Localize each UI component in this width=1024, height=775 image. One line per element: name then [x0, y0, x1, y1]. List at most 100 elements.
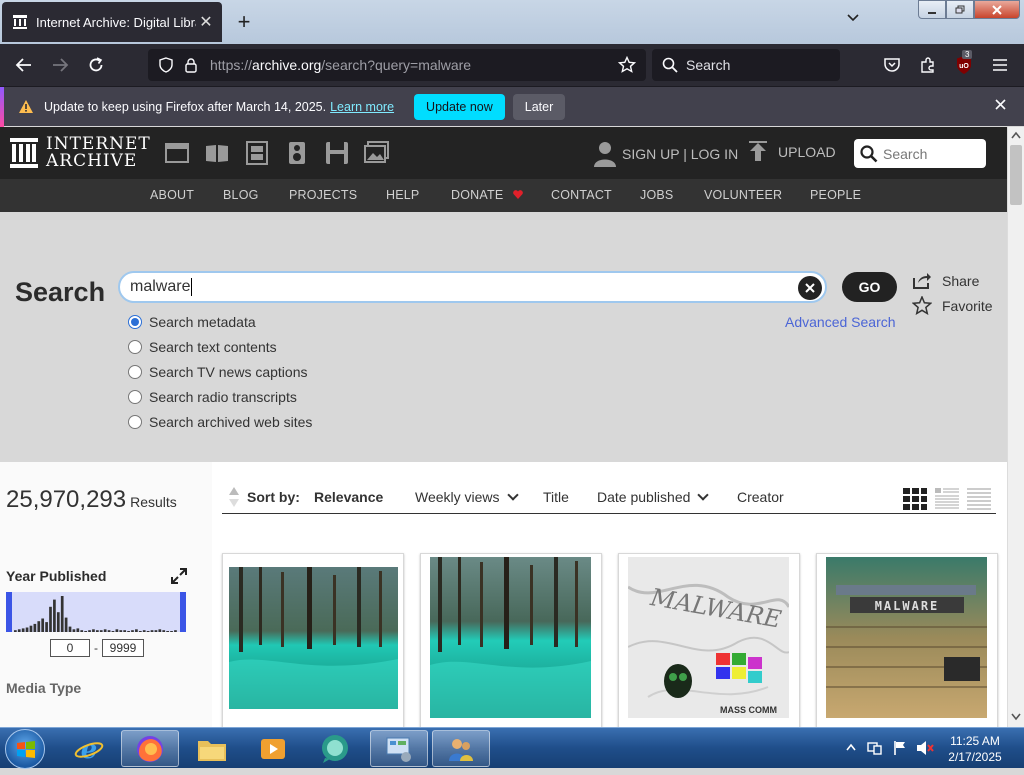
extensions-puzzle-icon[interactable] [916, 54, 940, 76]
radio-search-archived-web-sites[interactable]: Search archived web sites [128, 414, 312, 430]
histogram-right-handle[interactable] [180, 592, 186, 632]
taskbar-app-bubble[interactable] [306, 730, 364, 767]
result-thumbnail-forest[interactable] [229, 567, 398, 709]
forward-arrow-icon[interactable] [48, 54, 72, 76]
nav-volunteer[interactable]: VOLUNTEER [704, 188, 782, 202]
list-detail-view-icon[interactable] [934, 487, 960, 511]
shield-icon[interactable] [158, 56, 176, 74]
sort-creator[interactable]: Creator [737, 489, 784, 505]
result-thumbnail-malware-abstract[interactable]: MALWARE [826, 557, 987, 718]
taskbar-firefox[interactable] [121, 730, 179, 767]
sort-relevance[interactable]: Relevance [314, 489, 383, 505]
histogram-bar [166, 631, 169, 632]
radio-unselected[interactable] [128, 340, 142, 354]
go-button[interactable]: GO [842, 272, 897, 302]
list-compact-view-icon[interactable] [966, 487, 992, 511]
result-card[interactable]: MALWARE [816, 553, 998, 727]
sort-title[interactable]: Title [543, 489, 569, 505]
radio-search-text-contents[interactable]: Search text contents [128, 339, 277, 355]
software-floppy-icon[interactable] [324, 140, 350, 166]
nav-donate[interactable]: DONATE [451, 188, 523, 202]
nav-help[interactable]: HELP [386, 188, 419, 202]
sign-up-log-in-link[interactable]: SIGN UP | LOG IN [594, 141, 738, 167]
show-hidden-icons-arrow-icon[interactable] [846, 743, 856, 751]
address-bar[interactable]: https://archive.org/search?query=malware [148, 49, 646, 81]
volume-muted-icon[interactable] [916, 740, 934, 756]
radio-unselected[interactable] [128, 390, 142, 404]
year-to-input[interactable]: 9999 [102, 639, 144, 657]
nav-projects[interactable]: PROJECTS [289, 188, 357, 202]
back-arrow-icon[interactable] [12, 54, 36, 76]
pocket-icon[interactable] [880, 54, 904, 76]
radio-search-radio-transcripts[interactable]: Search radio transcripts [128, 389, 297, 405]
year-from-input[interactable]: 0 [50, 639, 90, 657]
ublock-origin-icon[interactable]: uO 3 [952, 50, 976, 76]
year-histogram[interactable] [6, 592, 186, 632]
scrollbar-thumb[interactable] [1010, 145, 1022, 205]
nav-people[interactable]: PEOPLE [810, 188, 861, 202]
radio-search-tv-captions[interactable]: Search TV news captions [128, 364, 308, 380]
result-card[interactable]: MALWARE MASS COMM [618, 553, 800, 727]
sort-direction-icon[interactable] [228, 486, 240, 508]
audio-speaker-icon[interactable] [284, 140, 310, 166]
web-icon[interactable] [164, 140, 190, 166]
browser-search-bar[interactable]: Search [652, 49, 840, 81]
page-scrollbar[interactable] [1007, 127, 1024, 727]
learn-more-link[interactable]: Learn more [330, 100, 394, 114]
texts-book-icon[interactable] [204, 140, 230, 166]
result-thumbnail-forest[interactable] [430, 557, 591, 718]
action-center-flag-icon[interactable] [892, 740, 908, 756]
devices-icon[interactable] [867, 740, 883, 756]
restore-window-button[interactable] [946, 0, 974, 19]
system-clock[interactable]: 11:25 AM 2/17/2025 [940, 733, 1010, 765]
share-link[interactable]: Share [912, 272, 979, 290]
tab-internet-archive[interactable]: Internet Archive: Digital Library ✕ [2, 2, 222, 42]
video-film-icon[interactable] [244, 140, 270, 166]
taskbar-users[interactable] [432, 730, 490, 767]
clear-search-button[interactable] [798, 276, 822, 300]
search-query-text: malware [130, 278, 191, 295]
ia-header-search-input[interactable]: Search [854, 139, 986, 168]
taskbar-file-explorer[interactable] [183, 730, 241, 767]
scroll-up-arrow-icon[interactable] [1011, 131, 1021, 139]
nav-contact[interactable]: CONTACT [551, 188, 612, 202]
hamburger-menu-icon[interactable] [988, 54, 1012, 76]
images-icon[interactable] [364, 140, 390, 166]
expand-icon[interactable] [171, 568, 187, 584]
result-card[interactable] [222, 553, 404, 727]
reload-icon[interactable] [84, 54, 108, 76]
taskbar-media-player[interactable] [244, 730, 302, 767]
sort-date-published[interactable]: Date published [597, 488, 710, 505]
radio-unselected[interactable] [128, 365, 142, 379]
update-now-button[interactable]: Update now [414, 93, 505, 120]
nav-about[interactable]: ABOUT [150, 188, 194, 202]
minimize-window-button[interactable] [918, 0, 946, 19]
sort-weekly-views[interactable]: Weekly views [415, 488, 519, 505]
advanced-search-link[interactable]: Advanced Search [785, 314, 896, 330]
start-button[interactable] [5, 729, 45, 769]
lock-icon[interactable] [184, 56, 200, 74]
nav-jobs[interactable]: JOBS [640, 188, 673, 202]
new-tab-button[interactable]: + [232, 8, 256, 36]
later-button[interactable]: Later [512, 93, 566, 120]
scroll-down-arrow-icon[interactable] [1011, 713, 1021, 721]
histogram-left-handle[interactable] [6, 592, 12, 632]
taskbar-internet-explorer[interactable]: e [60, 730, 118, 767]
radio-unselected[interactable] [128, 415, 142, 429]
bookmark-star-icon[interactable] [617, 55, 637, 77]
favorite-link[interactable]: Favorite [912, 296, 993, 315]
close-notification-icon[interactable] [995, 97, 1006, 113]
nav-blog[interactable]: BLOG [223, 188, 259, 202]
radio-search-metadata[interactable]: Search metadata [128, 314, 256, 330]
main-search-input[interactable]: malware [118, 271, 827, 303]
tile-view-grid-icon[interactable] [902, 487, 928, 511]
close-tab-icon[interactable]: ✕ [196, 12, 216, 32]
upload-link[interactable]: UPLOAD [748, 141, 836, 163]
list-all-tabs-chevron-down-icon[interactable] [846, 10, 868, 32]
result-thumbnail-malware-marble[interactable]: MALWARE MASS COMM [628, 557, 789, 718]
close-window-button[interactable] [974, 0, 1020, 19]
radio-selected[interactable] [128, 315, 142, 329]
result-card[interactable] [420, 553, 602, 727]
taskbar-control-panel[interactable] [370, 730, 428, 767]
internet-archive-logo[interactable]: INTERNET ARCHIVE [10, 136, 151, 170]
